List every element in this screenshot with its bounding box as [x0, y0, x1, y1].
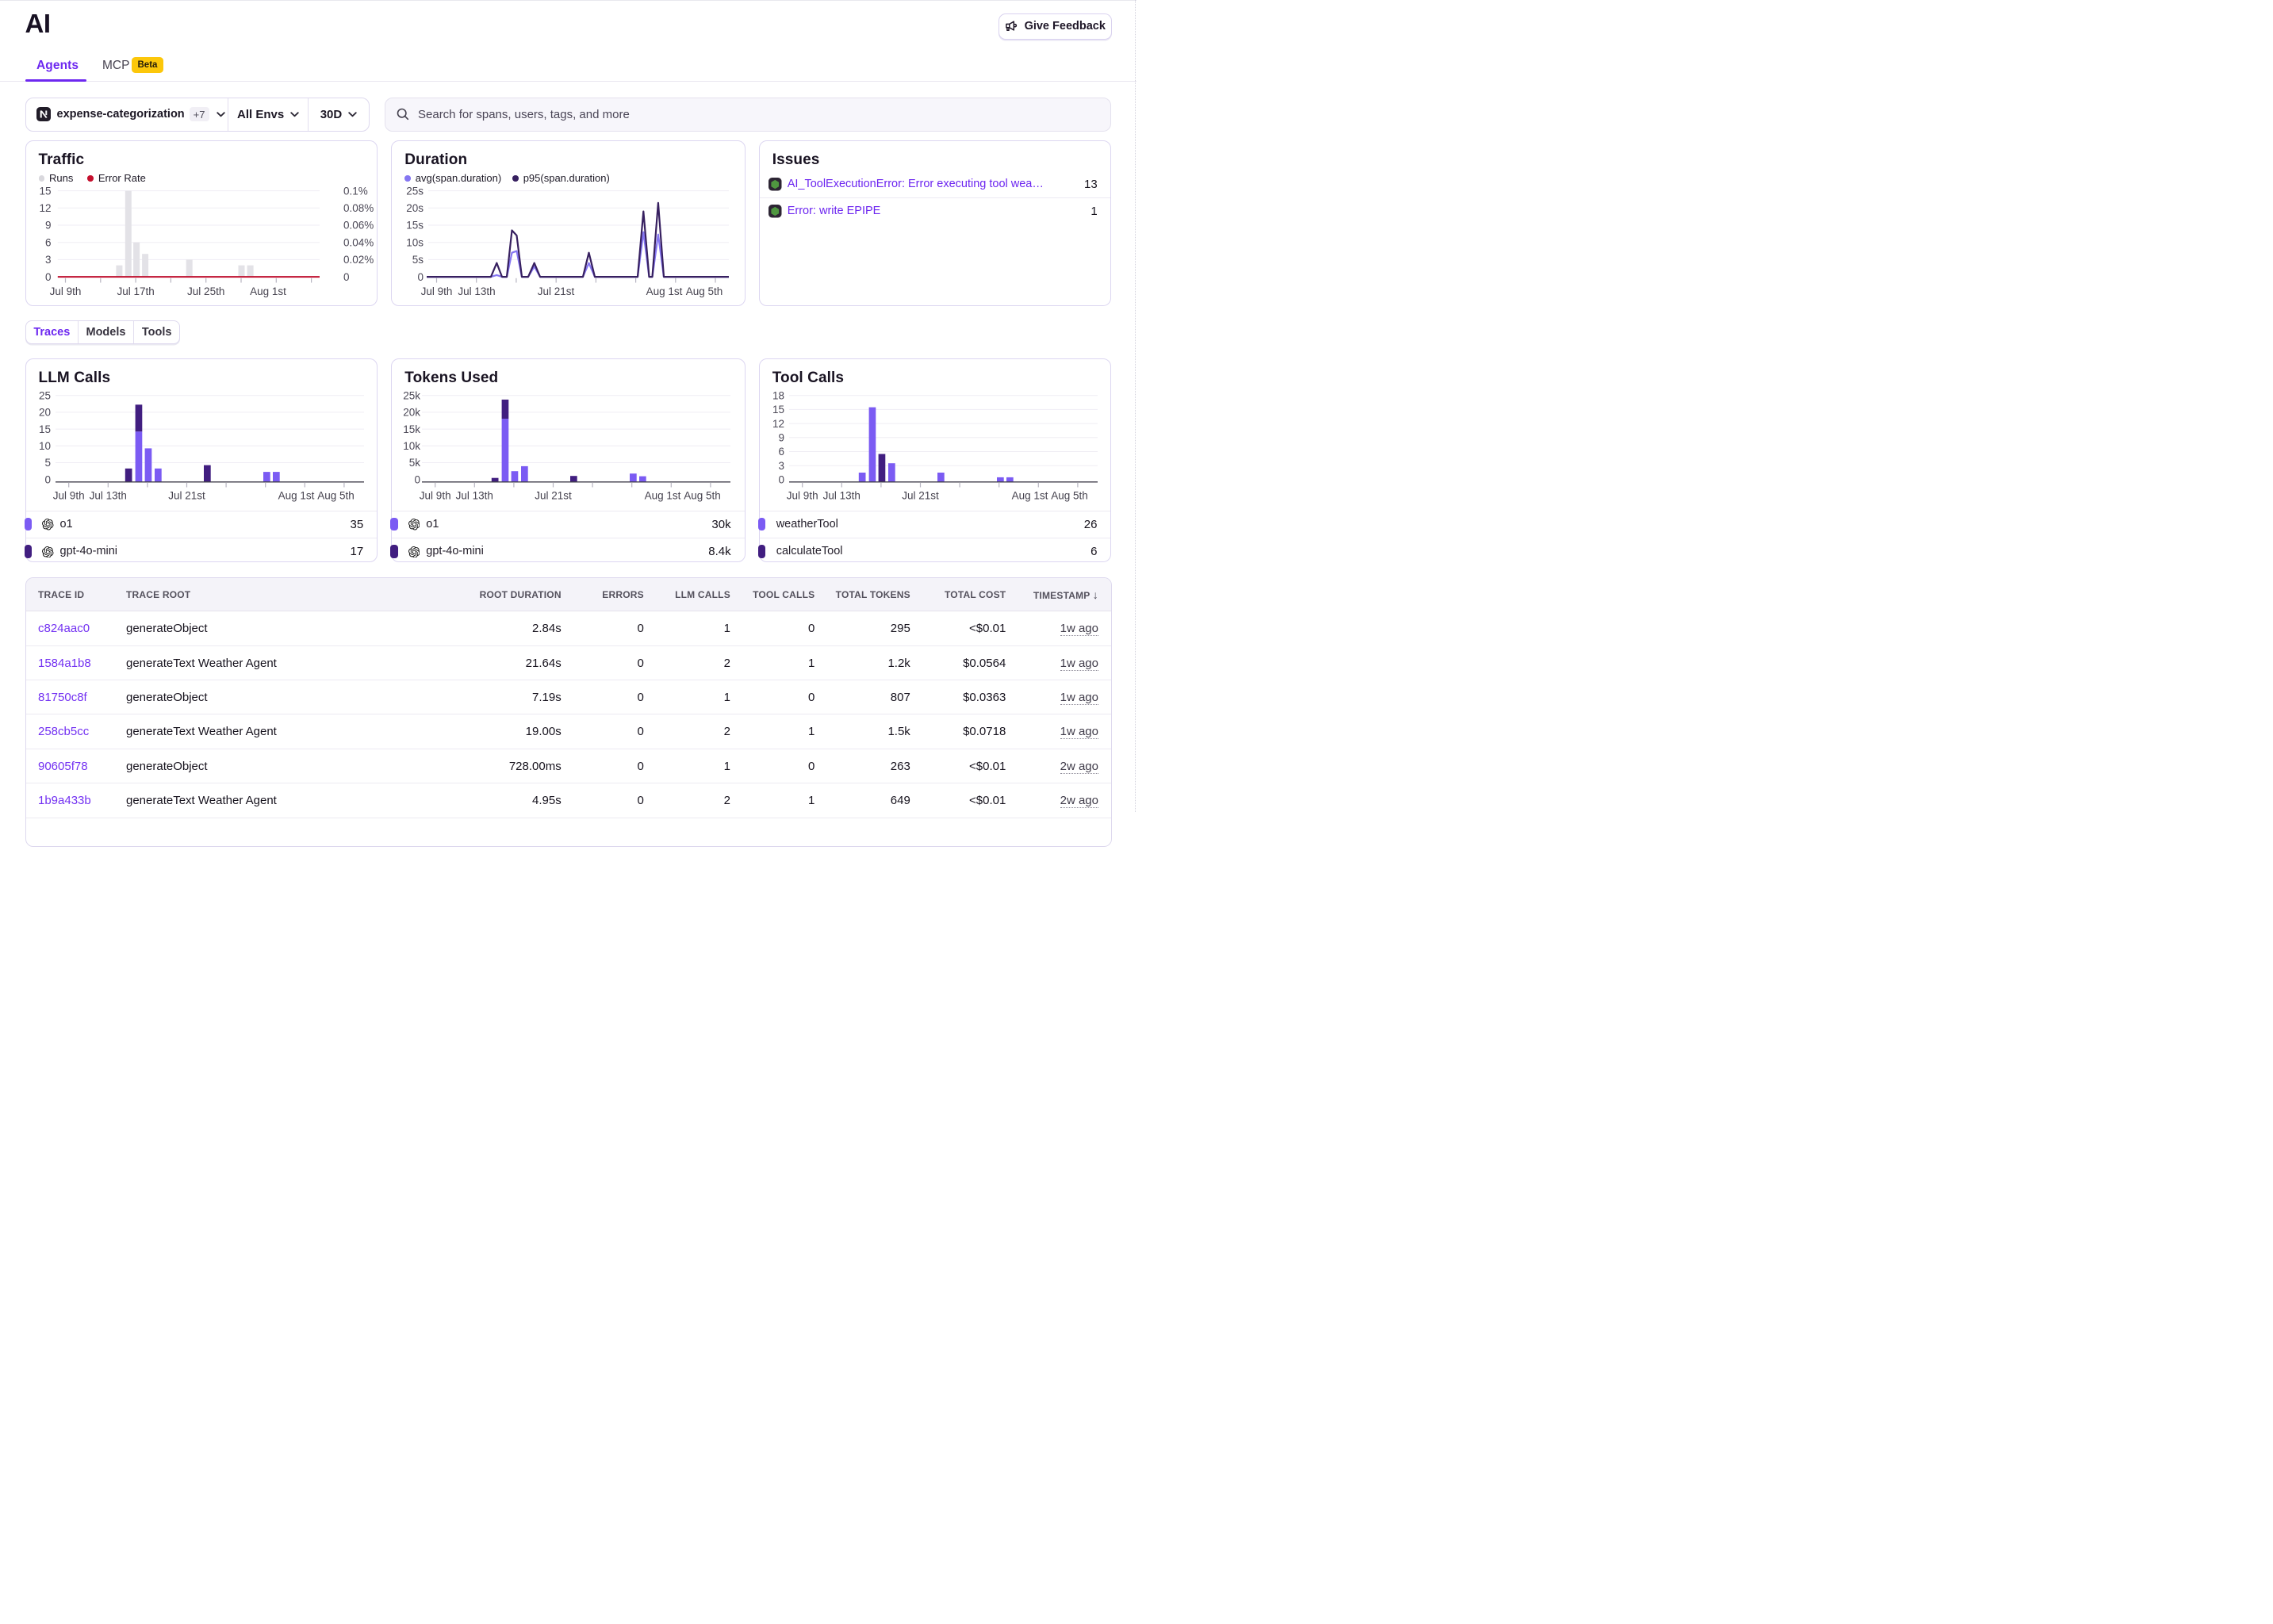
svg-text:18: 18: [772, 390, 784, 402]
svg-text:Jul 25th: Jul 25th: [187, 285, 224, 297]
svg-text:6: 6: [779, 446, 785, 458]
svg-text:Aug 1st: Aug 1st: [250, 285, 286, 297]
svg-text:0: 0: [45, 474, 52, 486]
svg-text:Jul 21st: Jul 21st: [168, 490, 205, 502]
svg-text:Jul 9th: Jul 9th: [53, 490, 85, 502]
svg-text:25k: 25k: [403, 390, 420, 402]
svg-text:15: 15: [39, 423, 51, 435]
svg-text:25s: 25s: [406, 185, 424, 197]
svg-text:Jul 9th: Jul 9th: [421, 285, 453, 297]
svg-text:Jul 9th: Jul 9th: [50, 285, 82, 297]
svg-text:Aug 5th: Aug 5th: [1052, 490, 1089, 502]
svg-text:0.06%: 0.06%: [343, 220, 374, 232]
svg-text:Jul 21st: Jul 21st: [535, 490, 572, 502]
svg-text:Aug 5th: Aug 5th: [684, 490, 721, 502]
svg-text:25: 25: [39, 390, 51, 402]
svg-text:Aug 5th: Aug 5th: [686, 285, 723, 297]
svg-text:Aug 1st: Aug 1st: [1012, 490, 1048, 502]
svg-text:Aug 1st: Aug 1st: [646, 285, 683, 297]
svg-text:Jul 9th: Jul 9th: [787, 490, 818, 502]
svg-text:0: 0: [779, 474, 785, 486]
svg-text:15: 15: [772, 404, 784, 416]
svg-text:12: 12: [772, 418, 784, 430]
svg-text:0: 0: [45, 271, 52, 283]
svg-text:5: 5: [45, 457, 52, 469]
svg-text:0: 0: [414, 474, 420, 486]
svg-text:3: 3: [779, 460, 785, 472]
svg-text:9: 9: [45, 220, 52, 232]
svg-text:9: 9: [779, 432, 785, 444]
svg-text:Jul 13th: Jul 13th: [90, 490, 127, 502]
svg-text:10k: 10k: [403, 440, 420, 452]
svg-text:0: 0: [343, 271, 350, 283]
svg-text:Aug 1st: Aug 1st: [645, 490, 681, 502]
svg-text:0.02%: 0.02%: [343, 254, 374, 266]
svg-text:20s: 20s: [406, 202, 424, 214]
svg-text:10s: 10s: [406, 236, 424, 248]
svg-text:12: 12: [40, 202, 52, 214]
svg-text:15: 15: [40, 185, 52, 197]
svg-text:Jul 13th: Jul 13th: [823, 490, 861, 502]
svg-text:10: 10: [39, 440, 51, 452]
svg-text:Jul 9th: Jul 9th: [420, 490, 451, 502]
svg-text:6: 6: [45, 236, 52, 248]
svg-text:15s: 15s: [406, 220, 424, 232]
svg-text:0.1%: 0.1%: [343, 185, 368, 197]
svg-text:5k: 5k: [409, 457, 421, 469]
svg-text:3: 3: [45, 254, 52, 266]
svg-text:0.04%: 0.04%: [343, 236, 374, 248]
svg-text:5s: 5s: [412, 254, 424, 266]
svg-text:0.08%: 0.08%: [343, 202, 374, 214]
svg-text:15k: 15k: [403, 423, 420, 435]
svg-text:Jul 17th: Jul 17th: [117, 285, 155, 297]
svg-text:Jul 13th: Jul 13th: [456, 490, 493, 502]
svg-text:20k: 20k: [403, 407, 420, 419]
svg-text:Jul 13th: Jul 13th: [458, 285, 495, 297]
svg-text:0: 0: [417, 271, 424, 283]
svg-text:Jul 21st: Jul 21st: [903, 490, 940, 502]
svg-text:Jul 21st: Jul 21st: [538, 285, 575, 297]
svg-text:20: 20: [39, 407, 51, 419]
svg-text:Aug 5th: Aug 5th: [317, 490, 355, 502]
svg-text:Aug 1st: Aug 1st: [278, 490, 315, 502]
